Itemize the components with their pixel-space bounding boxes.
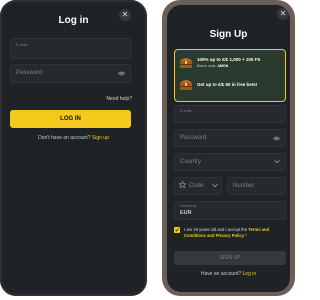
promo-item[interactable]: 100% up to €/£ 1,000 + 100 FS Bonus code… bbox=[179, 54, 281, 74]
phone-number-field[interactable]: Number bbox=[227, 177, 286, 195]
eye-icon[interactable] bbox=[118, 71, 125, 76]
close-icon[interactable]: ✕ bbox=[277, 8, 289, 20]
login-link[interactable]: Log in bbox=[243, 271, 257, 277]
have-account-text: Have an account? Log in bbox=[167, 271, 290, 277]
currency-select[interactable]: Currency EUR bbox=[174, 201, 286, 220]
treasure-chest-icon bbox=[180, 80, 192, 90]
login-screen: Log in ✕ E-mail Password Need help? LOG … bbox=[0, 0, 147, 296]
no-account-text: Don't have an account? Sign up bbox=[0, 135, 147, 141]
no-account-label: Don't have an account? bbox=[38, 135, 91, 141]
need-help-link[interactable]: Need help? bbox=[106, 96, 132, 102]
country-select[interactable]: Country bbox=[174, 153, 286, 171]
promo-main-text: Get up to €/£ 60 in free bets! bbox=[197, 82, 258, 87]
email-field[interactable]: E-mail bbox=[174, 105, 286, 123]
have-account-label: Have an account? bbox=[200, 271, 242, 277]
terms-checkbox[interactable] bbox=[174, 227, 180, 233]
eye-icon[interactable] bbox=[273, 136, 280, 141]
close-icon[interactable]: ✕ bbox=[119, 9, 131, 21]
signup-title: Sign Up bbox=[209, 29, 248, 40]
country-placeholder: Country bbox=[180, 159, 202, 165]
signup-button[interactable]: SIGN UP bbox=[174, 251, 286, 265]
promo-banner: 100% up to €/£ 1,000 + 100 FS Bonus code… bbox=[174, 49, 286, 102]
bonus-code: AMON bbox=[217, 64, 229, 68]
signup-link[interactable]: Sign up bbox=[92, 135, 109, 141]
password-placeholder: Password bbox=[180, 135, 207, 141]
number-placeholder: Number bbox=[233, 183, 255, 189]
promo-main-text: 100% up to €/£ 1,000 + 100 FS bbox=[197, 57, 261, 62]
phone-code-select[interactable]: Code bbox=[174, 177, 222, 195]
email-label: E-mail bbox=[180, 108, 192, 113]
password-field[interactable]: Password bbox=[174, 129, 286, 147]
email-field[interactable]: E-mail bbox=[10, 38, 131, 59]
chevron-down-icon bbox=[212, 184, 218, 188]
star-icon bbox=[179, 181, 186, 188]
signup-screen: Sign Up 100% up to €/£ 1,000 + 100 FS Bo… bbox=[167, 5, 290, 292]
password-placeholder: Password bbox=[16, 70, 43, 76]
currency-label: Currency bbox=[180, 203, 197, 208]
terms-suffix: * bbox=[245, 233, 247, 238]
bonus-code-label: Bonus code: bbox=[197, 64, 217, 68]
chevron-down-icon bbox=[274, 160, 280, 164]
terms-text: I am 18 years old and I accept the Terms… bbox=[184, 227, 284, 239]
checkmark-icon bbox=[175, 228, 179, 232]
phone-frame: Sign Up 100% up to €/£ 1,000 + 100 FS Bo… bbox=[162, 0, 295, 296]
email-label: E-mail bbox=[16, 42, 28, 47]
login-button[interactable]: LOG IN bbox=[10, 110, 131, 128]
password-field[interactable]: Password bbox=[10, 64, 131, 83]
terms-prefix: I am 18 years old and I accept the bbox=[184, 227, 248, 232]
promo-sub-text: Bonus code: AMON bbox=[197, 64, 228, 68]
treasure-chest-icon bbox=[180, 58, 192, 68]
code-placeholder: Code bbox=[189, 183, 204, 189]
promo-item[interactable]: Get up to €/£ 60 in free bets! bbox=[179, 76, 281, 96]
currency-value: EUR bbox=[180, 210, 192, 216]
